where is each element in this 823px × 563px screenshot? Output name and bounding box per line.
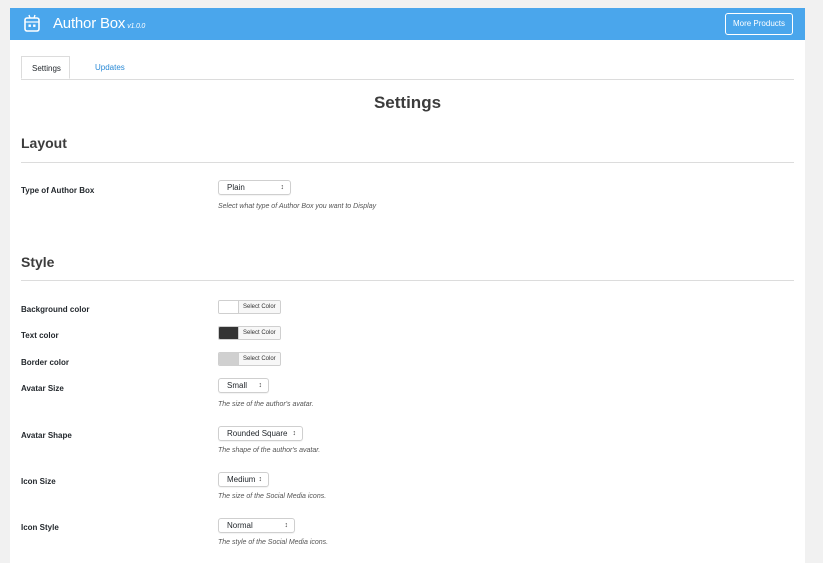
app-title: Author Box v1.0.0 xyxy=(53,15,145,32)
chevron-updown-icon: ↕ xyxy=(258,476,263,483)
app-version: v1.0.0 xyxy=(127,23,146,30)
icon-style-select[interactable]: Normal ↕ xyxy=(218,518,295,533)
more-products-button[interactable]: More Products xyxy=(724,13,793,35)
border-color-swatch xyxy=(219,353,238,365)
avatar-shape-description: The shape of the author's avatar. xyxy=(218,447,321,454)
chevron-updown-icon: ↕ xyxy=(292,430,297,437)
chevron-updown-icon: ↕ xyxy=(284,522,289,529)
chevron-updown-icon: ↕ xyxy=(280,184,285,191)
section-divider xyxy=(21,162,794,163)
icon-size-description: The size of the Social Media icons. xyxy=(218,493,327,500)
border-color-picker[interactable]: Select Color xyxy=(218,352,281,366)
tab-bar: Settings Updates xyxy=(21,56,794,80)
header-bar: Author Box v1.0.0 More Products xyxy=(10,8,805,40)
app-title-text: Author Box xyxy=(53,15,126,32)
type-of-box-select[interactable]: Plain ↕ xyxy=(218,180,291,195)
section-title-style: Style xyxy=(21,254,55,270)
avatar-shape-label: Avatar Shape xyxy=(21,431,72,440)
tab-updates[interactable]: Updates xyxy=(95,56,125,79)
background-color-picker[interactable]: Select Color xyxy=(218,300,281,314)
chevron-updown-icon: ↕ xyxy=(258,382,263,389)
avatar-size-description: The size of the author's avatar. xyxy=(218,401,314,408)
section-title-layout: Layout xyxy=(21,135,67,151)
text-color-button[interactable]: Select Color xyxy=(238,327,280,339)
background-color-button[interactable]: Select Color xyxy=(238,301,280,313)
border-color-button[interactable]: Select Color xyxy=(238,353,280,365)
avatar-size-select[interactable]: Small ↕ xyxy=(218,378,269,393)
icon-style-description: The style of the Social Media icons. xyxy=(218,539,329,546)
icon-size-select[interactable]: Medium ↕ xyxy=(218,472,269,487)
icon-style-label: Icon Style xyxy=(21,523,59,532)
robot-icon xyxy=(23,14,41,33)
type-of-box-description: Select what type of Author Box you want … xyxy=(218,203,377,210)
icon-size-label: Icon Size xyxy=(21,477,56,486)
avatar-size-value: Small xyxy=(227,381,248,390)
type-of-box-value: Plain xyxy=(227,183,245,192)
background-color-label: Background color xyxy=(21,305,90,314)
settings-page: Author Box v1.0.0 More Products Settings … xyxy=(10,8,805,563)
icon-size-value: Medium xyxy=(227,475,256,484)
text-color-picker[interactable]: Select Color xyxy=(218,326,281,340)
avatar-shape-select[interactable]: Rounded Square ↕ xyxy=(218,426,303,441)
page-title: Settings xyxy=(373,93,442,112)
avatar-size-label: Avatar Size xyxy=(21,384,64,393)
background-color-swatch xyxy=(219,301,238,313)
tab-settings[interactable]: Settings xyxy=(21,56,70,79)
border-color-label: Border color xyxy=(21,358,70,367)
text-color-swatch xyxy=(219,327,238,339)
type-of-box-label: Type of Author Box xyxy=(21,186,95,195)
text-color-label: Text color xyxy=(21,331,59,340)
avatar-shape-value: Rounded Square xyxy=(227,429,288,438)
section-divider xyxy=(21,280,794,281)
icon-style-value: Normal xyxy=(227,521,253,530)
